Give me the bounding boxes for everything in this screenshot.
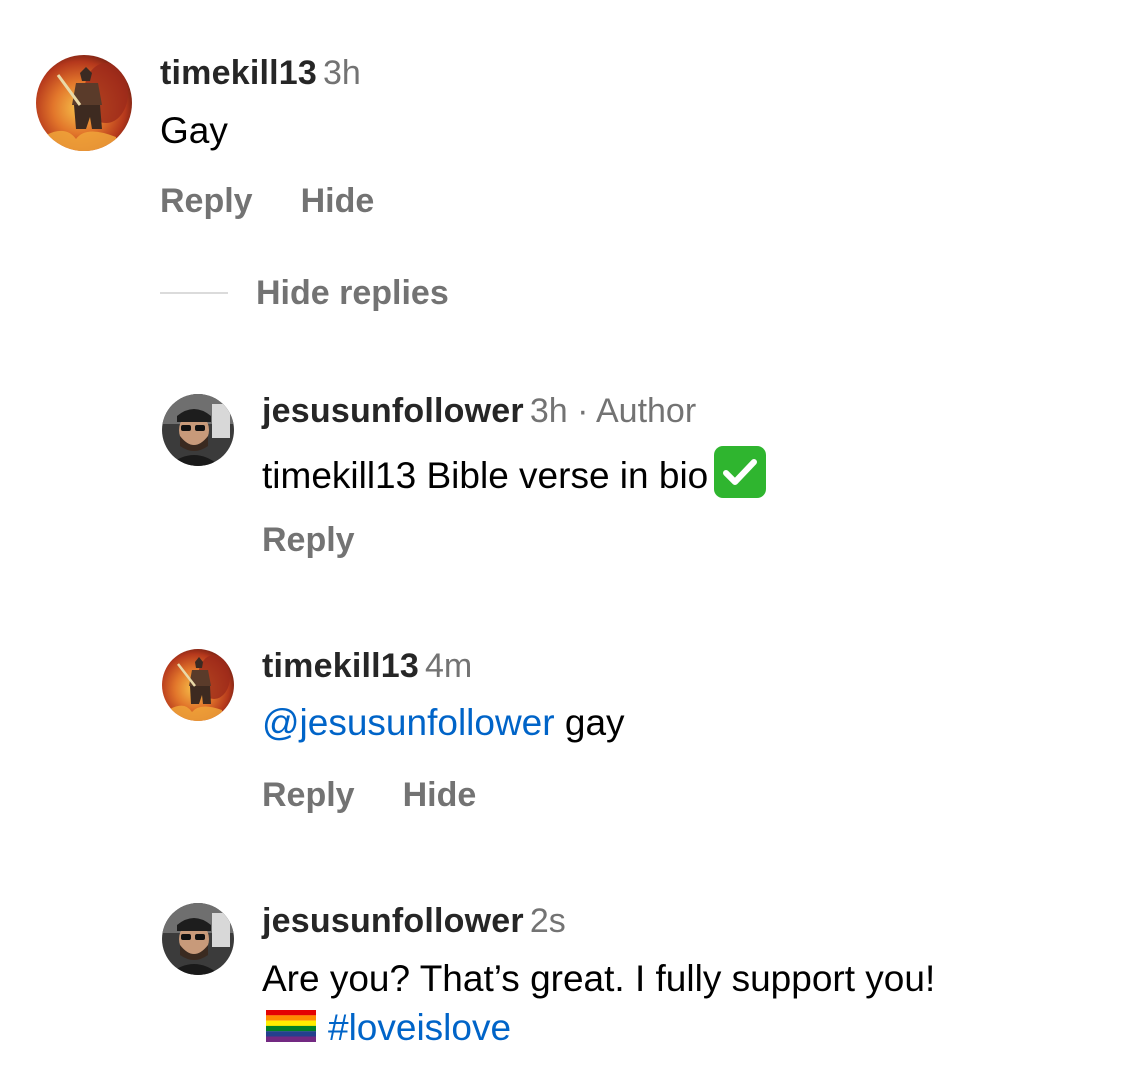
comment-actions: Reply <box>262 520 355 560</box>
warrior-avatar-image <box>36 55 132 151</box>
avatar[interactable] <box>162 903 234 975</box>
comment-header: timekill13 4m <box>262 646 472 686</box>
user-photo-avatar-image <box>162 903 234 975</box>
hide-replies-label[interactable]: Hide replies <box>256 274 449 313</box>
comment-text-line2: #loveislove <box>266 1005 511 1051</box>
divider-line <box>160 292 228 294</box>
avatar[interactable] <box>162 649 234 721</box>
username[interactable]: jesusunfollower <box>262 392 524 430</box>
comment-text: Gay <box>160 110 228 151</box>
hide-replies-toggle[interactable]: Hide replies <box>160 273 449 313</box>
reply-button[interactable]: Reply <box>262 776 355 814</box>
timestamp: 3h · Author <box>529 392 697 430</box>
avatar[interactable] <box>162 394 234 466</box>
comment-text: timekill13 Bible verse in bio <box>262 446 767 499</box>
rainbow-flag-emoji-icon <box>266 1010 316 1042</box>
hashtag-link[interactable]: #loveislove <box>328 1007 511 1048</box>
reply-button[interactable]: Reply <box>262 521 355 559</box>
timestamp: 4m <box>424 647 473 685</box>
user-photo-avatar-image <box>162 394 234 466</box>
timestamp: 2s <box>529 902 566 940</box>
comment-actions: Reply Hide <box>262 775 476 815</box>
comment-text: @jesusunfollower gay <box>262 702 625 743</box>
comment-header: timekill13 3h <box>160 53 361 93</box>
username[interactable]: jesusunfollower <box>262 902 524 940</box>
hide-button[interactable]: Hide <box>301 182 375 220</box>
check-mark-button-emoji-icon <box>714 446 767 498</box>
username[interactable]: timekill13 <box>160 54 317 92</box>
avatar[interactable] <box>36 55 132 151</box>
comment-actions: Reply Hide <box>160 181 374 221</box>
hide-button[interactable]: Hide <box>403 776 477 814</box>
mention-link[interactable]: @jesusunfollower <box>262 702 555 743</box>
username[interactable]: timekill13 <box>262 647 419 685</box>
comment-header: jesusunfollower 3h · Author <box>262 391 696 431</box>
comment-text: Are you? That’s great. I fully support y… <box>262 958 936 999</box>
comment-header: jesusunfollower 2s <box>262 901 566 941</box>
timestamp: 3h <box>322 54 361 92</box>
warrior-avatar-image <box>162 649 234 721</box>
reply-button[interactable]: Reply <box>160 182 253 220</box>
